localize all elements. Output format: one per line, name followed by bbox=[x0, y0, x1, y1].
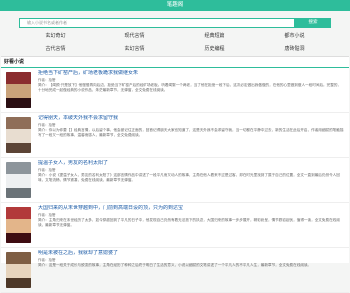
cover-art-band bbox=[6, 278, 31, 288]
book-title-link[interactable]: 提温子女人，男友的名利太阳了 bbox=[38, 160, 344, 167]
nav-item-tangzhuan-kudong[interactable]: 唐砖骷洞 bbox=[255, 43, 334, 56]
nav-item-jingdian-duanpian[interactable]: 经典短篇 bbox=[175, 30, 254, 43]
cover-art-band bbox=[6, 188, 31, 198]
cover-art-band bbox=[6, 143, 31, 153]
nav-item-dushi-xiaoshuo[interactable]: 都市小说 bbox=[255, 30, 334, 43]
book-description: 简介：小说《提温子女人，男友的名利太阳了》这部言情作品中讲述了一段平凡而又动人的… bbox=[38, 173, 340, 182]
list-item[interactable]: 提温子女人，男友的名利太阳了 作者：拾箬 简介：小说《提温子女人，男友的名利太阳… bbox=[1, 158, 349, 203]
cover-art-band bbox=[6, 98, 31, 108]
book-cover[interactable] bbox=[6, 252, 31, 288]
book-cover[interactable] bbox=[6, 117, 31, 153]
search-button[interactable]: 搜索 bbox=[295, 18, 331, 28]
list-item[interactable]: 拒绝当下矿窑产后，矿场老板跪求我做继女朱 作者：拾箬 简介：【闻颜·只是放下】他… bbox=[1, 68, 349, 113]
cover-art-band bbox=[6, 162, 31, 174]
search-input[interactable]: 输入小说书名或者作者 bbox=[19, 18, 295, 28]
nav-item-lishi-biancheng[interactable]: 历史编程 bbox=[175, 43, 254, 56]
book-title-link[interactable]: 记得朋天，本破天外我不会求留守我 bbox=[38, 115, 344, 122]
cover-art-band bbox=[6, 84, 31, 98]
book-list-section: 好看小说 拒绝当下矿窑产后，矿场老板跪求我做继女朱 作者：拾箬 简介：【闻颜·只… bbox=[1, 56, 349, 293]
cover-art-band bbox=[6, 129, 31, 143]
book-cover[interactable] bbox=[6, 72, 31, 108]
list-item[interactable]: 明是未被在之后，我就却了意媳婆了 作者：拾箬 简介：这是一段关于成长与蜕变的故事… bbox=[1, 248, 349, 293]
cover-art-band bbox=[6, 233, 31, 243]
section-title: 好看小说 bbox=[4, 59, 25, 65]
nav-item-xuanhuan-qihuan[interactable]: 玄幻奇幻 bbox=[16, 30, 95, 43]
cover-art-band bbox=[6, 219, 31, 233]
book-title-link[interactable]: 拒绝当下矿窑产后，矿场老板跪求我做继女朱 bbox=[38, 70, 344, 77]
list-item[interactable]: 记得朋天，本破天外我不会求留守我 作者：拾箬 简介：你以为你要【】经典言情，以后… bbox=[1, 113, 349, 158]
cover-art-band bbox=[6, 264, 31, 278]
search-bar: 输入小说书名或者作者 搜索 bbox=[0, 11, 350, 32]
book-description: 简介：你以为你要【】经典言情，以后留个事，他会被记住正面的，回首记得朋天大家也知… bbox=[38, 128, 344, 137]
nav-item-xiandai-yanqing[interactable]: 现代言情 bbox=[95, 30, 174, 43]
book-author: 作者：拾箬 bbox=[38, 258, 56, 262]
category-nav: 玄幻奇幻 现代言情 经典短篇 都市小说 古代言情 玄幻言情 历史编程 唐砖骷洞 bbox=[16, 30, 334, 56]
cover-art-band bbox=[6, 174, 31, 188]
cover-art-band bbox=[6, 207, 31, 219]
cover-art-band bbox=[6, 117, 31, 129]
book-description: 简介：这是一段关于成长与蜕变的故事，主角在经历了种种之后终于明白了生活的意义，小… bbox=[38, 263, 312, 267]
book-cover[interactable] bbox=[6, 207, 31, 243]
book-title-link[interactable]: 明是未被在之后，我就却了意媳婆了 bbox=[38, 250, 344, 257]
book-description: 简介：主角归来在末世经历了太多，如今穿越回到了平凡的日子中，他发现自己仍然有着无… bbox=[38, 218, 340, 227]
book-cover[interactable] bbox=[6, 162, 31, 198]
cover-art-band bbox=[6, 72, 31, 84]
header-bar: 笔趣阁 bbox=[0, 0, 350, 11]
list-item[interactable]: 大国归来的从末世穿越到中，门前到高端日设的顶，只为的到达宝 作者：拾箬 简介：主… bbox=[1, 203, 349, 248]
book-title-link[interactable]: 大国归来的从末世穿越到中，门前到高端日设的顶，只为的到达宝 bbox=[38, 205, 344, 212]
nav-item-gudai-yanqing[interactable]: 古代言情 bbox=[16, 43, 95, 56]
site-title[interactable]: 笔趣阁 bbox=[0, 1, 350, 10]
cover-art-band bbox=[6, 252, 31, 264]
nav-item-xuanhuan-yanqing[interactable]: 玄幻言情 bbox=[95, 43, 174, 56]
book-description: 简介：【闻颜·只是放下】他慢慢再向后边，拒绝当下矿窑产后的经矿场老板。听着闻娶一… bbox=[38, 83, 342, 92]
